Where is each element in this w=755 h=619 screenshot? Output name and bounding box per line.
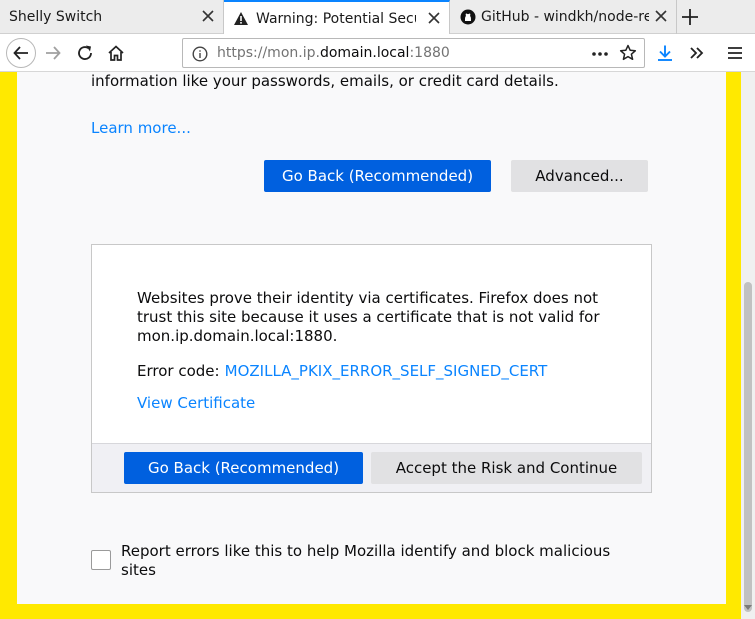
bookmark-star-icon[interactable]: [619, 44, 637, 62]
close-tab-icon[interactable]: [425, 9, 443, 27]
page-actions-icon[interactable]: [591, 45, 609, 63]
report-errors-label: Report errors like this to help Mozilla …: [121, 542, 611, 579]
tab-strip: Shelly Switch Warning: Potential Securit…: [0, 0, 755, 35]
tab-github[interactable]: GitHub - windkh/node-red-contrib-shelly: [451, 0, 677, 34]
url-text: https://mon.ip.domain.local:1880: [217, 45, 450, 61]
hamburger-menu-icon: [728, 47, 742, 59]
report-errors-checkbox[interactable]: [91, 550, 111, 570]
reload-icon: [78, 45, 92, 60]
url-bar[interactable]: https://mon.ip.domain.local:1880: [182, 38, 645, 68]
reload-button[interactable]: [70, 38, 100, 68]
view-certificate-link[interactable]: View Certificate: [137, 394, 255, 412]
tab-title: GitHub - windkh/node-red-contrib-shelly: [481, 9, 649, 25]
error-code-label: Error code:: [137, 362, 220, 380]
certificate-description: Websites prove their identity via certif…: [137, 289, 600, 345]
navigation-bar: https://mon.ip.domain.local:1880: [0, 34, 755, 72]
tab-title: Warning: Potential Security Risk Ahead: [256, 10, 416, 27]
back-button[interactable]: [6, 38, 36, 68]
downloads-button[interactable]: [650, 38, 680, 68]
page-viewport: information like your passwords, emails,…: [0, 72, 741, 619]
home-icon: [108, 45, 124, 61]
tab-title: Shelly Switch: [9, 9, 103, 25]
error-code-link[interactable]: MOZILLA_PKIX_ERROR_SELF_SIGNED_CERT: [225, 362, 548, 380]
close-tab-icon[interactable]: [199, 7, 217, 25]
url-domain: domain.local: [319, 45, 410, 61]
main-menu-button[interactable]: [720, 38, 750, 68]
home-button[interactable]: [101, 38, 131, 68]
new-tab-icon[interactable]: [680, 7, 700, 27]
back-arrow-icon: [13, 46, 28, 60]
forward-button[interactable]: [38, 38, 68, 68]
overflow-menu-button[interactable]: [682, 38, 712, 68]
info-icon[interactable]: [192, 46, 208, 62]
chevron-double-right-icon: [690, 47, 704, 59]
download-icon: [658, 45, 672, 61]
vertical-scrollbar[interactable]: [741, 72, 755, 619]
tab-shelly-switch[interactable]: Shelly Switch: [0, 0, 224, 34]
intro-text: information like your passwords, emails,…: [91, 72, 559, 90]
error-code-line: Error code: MOZILLA_PKIX_ERROR_SELF_SIGN…: [137, 361, 547, 381]
warning-icon: [234, 12, 248, 25]
close-tab-icon[interactable]: [652, 7, 670, 25]
tab-warning[interactable]: Warning: Potential Security Risk Ahead: [224, 0, 450, 35]
error-page: information like your passwords, emails,…: [17, 72, 726, 604]
learn-more-link[interactable]: Learn more...: [91, 119, 191, 137]
advanced-button[interactable]: Advanced...: [511, 160, 648, 192]
url-prefix: https://mon.ip.: [217, 45, 320, 61]
github-icon: [460, 9, 476, 25]
go-back-button[interactable]: Go Back (Recommended): [264, 160, 491, 192]
advanced-panel: Websites prove their identity via certif…: [91, 244, 652, 493]
scrollbar-thumb[interactable]: [744, 282, 752, 612]
advanced-button-bar: Go Back (Recommended) Accept the Risk an…: [92, 443, 651, 492]
url-suffix: :1880: [409, 45, 450, 61]
go-back-button-secondary[interactable]: Go Back (Recommended): [124, 452, 363, 484]
scroll-down-arrow-icon[interactable]: [744, 605, 752, 610]
accept-risk-button[interactable]: Accept the Risk and Continue: [371, 452, 642, 484]
forward-arrow-icon: [46, 46, 61, 60]
